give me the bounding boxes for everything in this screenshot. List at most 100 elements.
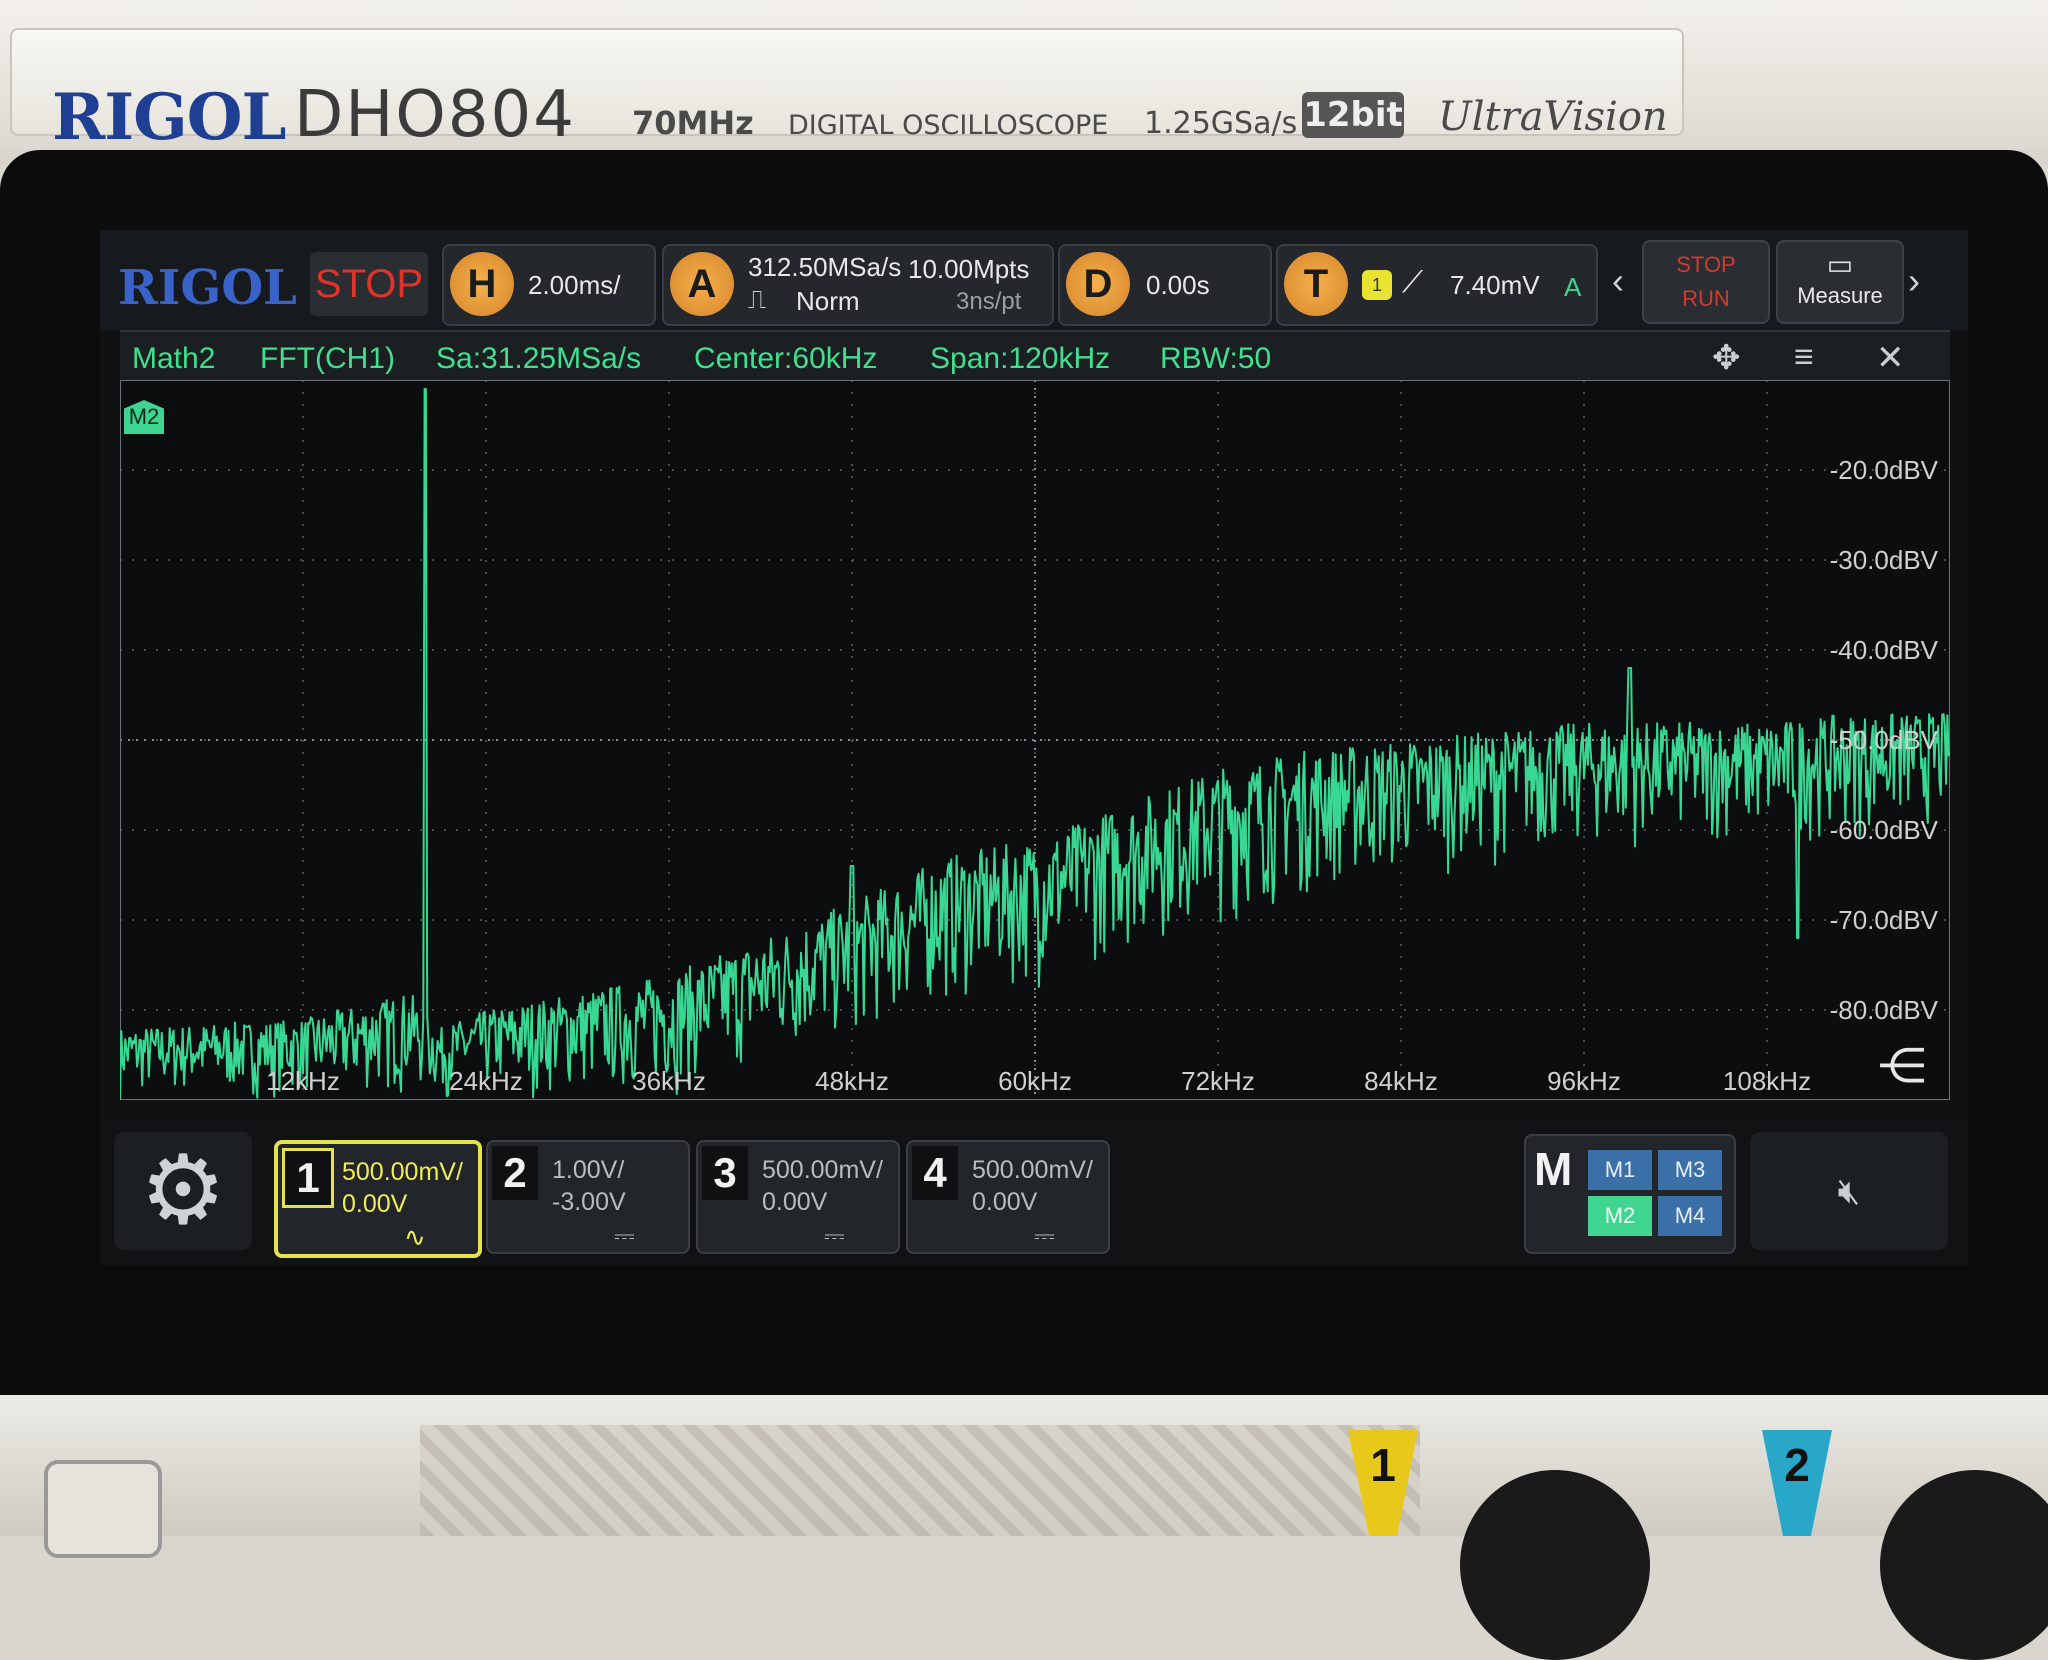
- trigger-settings[interactable]: T 1 ⟋ 7.40mV A: [1276, 244, 1598, 326]
- bottom-status-bar: ⚙ 1 500.00mV/ 0.00V ∿ 2 1.00V/ -3.00V ⎓ …: [100, 1120, 1968, 1265]
- channel-2-scale: 1.00V/: [552, 1156, 625, 1184]
- power-button[interactable]: [44, 1460, 162, 1558]
- channel-2-number: 2: [492, 1146, 538, 1200]
- menu-icon[interactable]: ≡: [1794, 338, 1814, 377]
- model-name: DHO804: [294, 78, 576, 152]
- acquire-depth: 10.00Mpts: [908, 254, 1030, 284]
- top-toolbar: RIGOL STOP H 2.00ms/ A 312.50MSa/s 10.00…: [100, 230, 1968, 330]
- measure-label: Measure: [1797, 283, 1883, 308]
- channel-2-offset: -3.00V: [552, 1188, 626, 1216]
- math-source[interactable]: Math2: [132, 342, 215, 376]
- collapse-menu-icon[interactable]: ⋲: [1878, 1038, 1926, 1094]
- dc-coupling-icon: ⎓: [824, 1220, 845, 1250]
- channel-4-box[interactable]: 4 500.00mV/ 0.00V ⎓: [906, 1140, 1110, 1254]
- x-tick-label: 36kHz: [632, 1066, 706, 1096]
- channel-1-offset: 0.00V: [342, 1190, 408, 1218]
- x-tick-label: 108kHz: [1723, 1066, 1811, 1096]
- acquire-settings[interactable]: A 312.50MSa/s 10.00Mpts ⎍ Norm 3ns/pt: [662, 244, 1054, 326]
- toolbar-right-arrow-icon[interactable]: ›: [1908, 260, 1920, 302]
- y-tick-label: -80.0dBV: [1830, 995, 1939, 1025]
- screen-logo: RIGOL: [118, 260, 297, 316]
- channel-2-box[interactable]: 2 1.00V/ -3.00V ⎓: [486, 1140, 690, 1254]
- y-tick-label: -50.0dBV: [1830, 725, 1939, 755]
- delay-settings[interactable]: D 0.00s: [1058, 244, 1272, 326]
- acquire-rate: 312.50MSa/s: [748, 252, 902, 282]
- fft-rbw: RBW:50: [1160, 342, 1272, 375]
- mute-button[interactable]: 🔇︎: [1750, 1132, 1948, 1250]
- bit-depth-badge: 12bit: [1302, 92, 1404, 138]
- dc-coupling-icon: ⎓: [614, 1220, 635, 1250]
- delay-badge: D: [1066, 252, 1130, 316]
- series-logo: UltraVision: [1438, 94, 1668, 140]
- run-stop-label-stop: STOP: [1676, 252, 1736, 277]
- math-channels-block[interactable]: M M1 M3 M2 M4: [1524, 1134, 1736, 1254]
- speaker-grille: [420, 1425, 1420, 1536]
- oscilloscope-screen: RIGOL STOP H 2.00ms/ A 312.50MSa/s 10.00…: [100, 230, 1968, 1265]
- x-tick-label: 24kHz: [449, 1066, 523, 1096]
- settings-button[interactable]: ⚙: [114, 1132, 252, 1250]
- channel-2-knob[interactable]: [1880, 1470, 2048, 1660]
- toolbar-left-arrow-icon[interactable]: ‹: [1612, 260, 1624, 302]
- measure-button[interactable]: ▭ Measure: [1776, 240, 1904, 324]
- fft-function: FFT(CH1): [260, 342, 395, 375]
- run-state-indicator[interactable]: STOP: [310, 252, 428, 316]
- move-icon[interactable]: ✥: [1712, 338, 1741, 378]
- channel-3-scale: 500.00mV/: [762, 1156, 883, 1184]
- trigger-badge: T: [1284, 252, 1348, 316]
- brand-logo: RIGOL: [52, 80, 287, 155]
- fft-span: Span:120kHz: [930, 342, 1111, 375]
- y-tick-label: -70.0dBV: [1830, 905, 1939, 935]
- channel-1-box[interactable]: 1 500.00mV/ 0.00V ∿: [274, 1140, 482, 1258]
- close-icon[interactable]: ✕: [1876, 338, 1905, 378]
- math-m3-button[interactable]: M3: [1658, 1150, 1722, 1190]
- channel-4-offset: 0.00V: [972, 1188, 1038, 1216]
- bandwidth-label: 70MHz: [632, 104, 754, 142]
- ruler-icon: ▭: [1826, 249, 1854, 280]
- run-stop-label-run: RUN: [1682, 286, 1730, 311]
- rising-edge-icon: ⟋: [1402, 266, 1423, 299]
- math-label: M: [1534, 1143, 1573, 1195]
- fft-info-bar: Math2 FFT(CH1) Sa:31.25MSa/s Center:60kH…: [120, 330, 1950, 382]
- ac-coupling-icon: ∿: [404, 1222, 426, 1252]
- math-m4-button[interactable]: M4: [1658, 1196, 1722, 1236]
- x-tick-label: 48kHz: [815, 1066, 889, 1096]
- channel-4-scale: 500.00mV/: [972, 1156, 1093, 1184]
- run-stop-button[interactable]: STOP RUN: [1642, 240, 1770, 324]
- x-tick-label: 84kHz: [1364, 1066, 1438, 1096]
- math-m2-button[interactable]: M2: [1588, 1196, 1652, 1236]
- y-tick-label: -60.0dBV: [1830, 815, 1939, 845]
- channel-1-scale: 500.00mV/: [342, 1158, 463, 1186]
- x-tick-label: 60kHz: [998, 1066, 1072, 1096]
- timebase-value: 2.00ms/: [528, 270, 621, 300]
- channel-3-box[interactable]: 3 500.00mV/ 0.00V ⎓: [696, 1140, 900, 1254]
- brand-strip: RIGOL DHO804 70MHz DIGITAL OSCILLOSCOPE …: [10, 28, 1684, 155]
- spectrum-svg[interactable]: -20.0dBV -30.0dBV -40.0dBV -50.0dBV -60.0dBV…: [120, 380, 1950, 1100]
- channel-3-offset: 0.00V: [762, 1188, 828, 1216]
- channel-1-number: 1: [282, 1148, 334, 1208]
- dc-coupling-icon: ⎓: [1034, 1220, 1055, 1250]
- gear-icon: ⚙: [139, 1137, 227, 1244]
- y-tick-label: -30.0dBV: [1830, 545, 1939, 575]
- instrument-top-bezel: RIGOL DHO804 70MHz DIGITAL OSCILLOSCOPE …: [0, 0, 2048, 155]
- fft-center: Center:60kHz: [694, 342, 878, 375]
- delay-value: 0.00s: [1146, 270, 1210, 300]
- x-tick-label: 96kHz: [1547, 1066, 1621, 1096]
- instrument-lower-panel: [0, 1395, 2048, 1660]
- y-tick-label: -20.0dBV: [1830, 455, 1939, 485]
- channel-4-number: 4: [912, 1146, 958, 1200]
- x-tick-label: 72kHz: [1181, 1066, 1255, 1096]
- trigger-source-badge: 1: [1362, 270, 1392, 300]
- x-tick-label: 12kHz: [266, 1066, 340, 1096]
- math-m1-button[interactable]: M1: [1588, 1150, 1652, 1190]
- fft-sample-rate: Sa:31.25MSa/s: [436, 342, 642, 375]
- spectrum-plot[interactable]: -20.0dBV -30.0dBV -40.0dBV -50.0dBV -60.0dBV…: [120, 380, 1950, 1100]
- sample-rate-label: 1.25GSa/s: [1144, 106, 1298, 141]
- speaker-mute-icon: 🔇︎: [1837, 1170, 1861, 1211]
- channel-1-knob[interactable]: [1460, 1470, 1650, 1660]
- trigger-level: 7.40mV: [1450, 270, 1540, 300]
- acquire-badge: A: [670, 252, 734, 316]
- horizontal-settings[interactable]: H 2.00ms/: [442, 244, 656, 326]
- m2-marker-label: M2: [128, 404, 160, 429]
- horizontal-badge: H: [450, 252, 514, 316]
- channel-3-number: 3: [702, 1146, 748, 1200]
